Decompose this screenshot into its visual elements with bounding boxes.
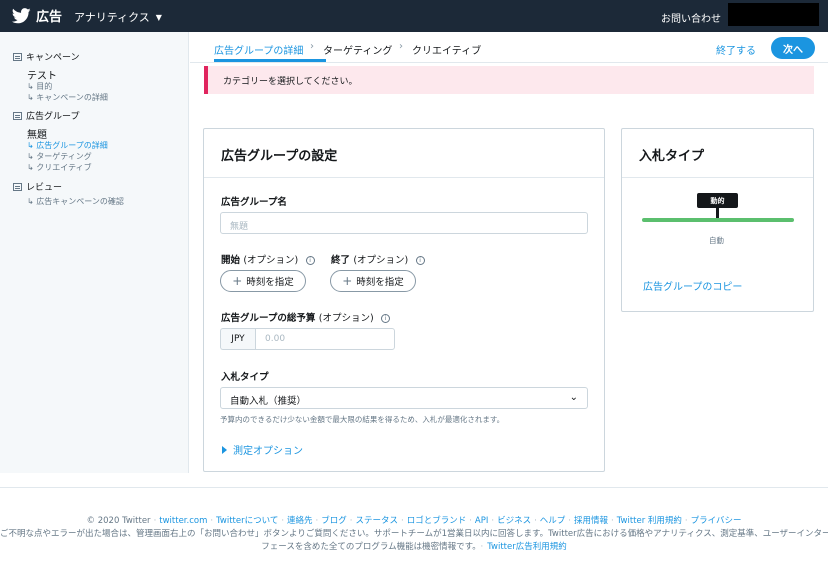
top-bar: 広告 アナリティクス ▼ お問い合わせ bbox=[0, 0, 828, 32]
optional-text: (オプション) bbox=[318, 313, 374, 324]
footer-note-line2: フェースを含めた全てのプログラム機能は機密情報です。 · Twitter広告利用規約 bbox=[261, 542, 567, 552]
error-alert: カテゴリーを選択してください。 bbox=[204, 66, 814, 94]
footer-links: © 2020 Twitter · twitter.com · Twitterについて · 連… bbox=[86, 516, 742, 526]
step-adgroup-details[interactable]: 広告グループの詳細 bbox=[214, 42, 303, 57]
analytics-menu[interactable]: アナリティクス ▼ bbox=[74, 9, 162, 25]
optional-text: (オプション) bbox=[353, 255, 409, 266]
bid-range-bar bbox=[642, 218, 794, 222]
footer-link[interactable]: ロゴとブランド bbox=[407, 516, 467, 526]
sidebar-item-targeting[interactable]: ↳ ターゲティング bbox=[27, 151, 92, 162]
step-targeting[interactable]: ターゲティング bbox=[323, 42, 392, 57]
copy-adgroup-link[interactable]: 広告グループのコピー bbox=[643, 278, 742, 293]
list-icon bbox=[13, 52, 22, 61]
adgroup-name-placeholder: 無題 bbox=[230, 222, 249, 232]
budget-label: 広告グループの総予算 (オプション) i bbox=[221, 310, 390, 324]
copyright: © 2020 Twitter bbox=[86, 516, 151, 526]
brand-name: 広告 bbox=[36, 10, 63, 25]
bid-help-text: 予算内のできるだけ少ない金額で最大限の結果を得るため、入札が最適化されます。 bbox=[220, 415, 505, 424]
sidebar-campaign-title[interactable]: テスト bbox=[27, 67, 57, 82]
analytics-menu-label: アナリティクス bbox=[74, 11, 150, 24]
list-icon bbox=[13, 182, 22, 191]
budget-label-text: 広告グループの総予算 bbox=[221, 313, 316, 324]
footer-link[interactable]: ヘルプ bbox=[540, 516, 566, 526]
step-separator-icon: › bbox=[310, 41, 314, 52]
sidebar-item-creative[interactable]: ↳ クリエイティブ bbox=[27, 162, 92, 173]
footer-note-text: フェースを含めた全てのプログラム機能は機密情報です。 bbox=[261, 542, 477, 552]
sidebar-adgroup-title[interactable]: 無題 bbox=[27, 126, 47, 141]
bid-type-label: 入札タイプ bbox=[221, 372, 269, 383]
sidebar-section-campaign[interactable]: キャンペーン bbox=[13, 50, 80, 63]
measure-options-toggle[interactable]: 測定オプション bbox=[222, 442, 303, 457]
ads-terms-link[interactable]: Twitter広告利用規約 bbox=[487, 542, 567, 552]
bid-type-select[interactable]: 自動入札（推奨） ⌄ bbox=[220, 387, 588, 409]
footer-link[interactable]: API bbox=[475, 516, 488, 526]
info-icon[interactable]: i bbox=[380, 314, 390, 323]
step-separator-icon: › bbox=[399, 41, 403, 52]
footer-link[interactable]: 採用情報 bbox=[574, 516, 608, 526]
sidebar-section-review[interactable]: レビュー bbox=[13, 180, 62, 193]
settings-card-title: 広告グループの設定 bbox=[221, 149, 338, 164]
footer-link[interactable]: Twitter 利用規約 bbox=[617, 516, 682, 526]
finish-button[interactable]: 終了する bbox=[716, 42, 756, 57]
account-menu[interactable] bbox=[728, 3, 819, 26]
footer-link[interactable]: プライバシー bbox=[691, 516, 742, 526]
sidebar-item-campaign-review[interactable]: ↳ 広告キャンペーンの確認 bbox=[27, 196, 124, 207]
end-set-time-button[interactable]: + 時刻を指定 bbox=[330, 270, 416, 292]
footer-link[interactable]: ステータス bbox=[355, 516, 398, 526]
chevron-down-icon: ▼ bbox=[155, 12, 162, 22]
set-time-label: 時刻を指定 bbox=[356, 277, 404, 288]
footer-link[interactable]: ブログ bbox=[321, 516, 347, 526]
next-button-label: 次へ bbox=[783, 44, 803, 56]
sidebar-section-label: キャンペーン bbox=[26, 53, 80, 63]
bid-card-title: 入札タイプ bbox=[639, 149, 705, 164]
end-label-text: 終了 bbox=[331, 255, 351, 266]
alert-text: カテゴリーを選択してください。 bbox=[223, 77, 358, 87]
sidebar-item-objective[interactable]: ↳ 目的 bbox=[27, 81, 52, 92]
info-icon[interactable]: i bbox=[305, 256, 315, 265]
footer-link[interactable]: 連絡先 bbox=[287, 516, 313, 526]
bid-auto-label: 自動 bbox=[709, 236, 724, 245]
start-label-text: 開始 bbox=[221, 255, 241, 266]
measure-options-label: 測定オプション bbox=[233, 446, 303, 457]
sidebar-item-adgroup-details[interactable]: ↳ 広告グループの詳細 bbox=[27, 140, 108, 151]
adgroup-name-input[interactable]: 無題 bbox=[220, 212, 588, 234]
set-time-label: 時刻を指定 bbox=[246, 277, 294, 288]
list-icon bbox=[13, 111, 22, 120]
bid-tooltip: 動的 bbox=[697, 193, 738, 208]
budget-input[interactable]: 0.00 bbox=[255, 328, 395, 350]
bid-type-value: 自動入札（推奨） bbox=[230, 396, 307, 407]
footer-divider bbox=[0, 487, 828, 488]
optional-text: (オプション) bbox=[243, 255, 299, 266]
twitter-bird-icon bbox=[12, 7, 31, 23]
footer-note-line1: ご不明な点やエラーが出た場合は、管理画面右上の「お問い合わせ」ボタンよりご質問く… bbox=[0, 529, 828, 539]
footer-link[interactable]: ビジネス bbox=[497, 516, 531, 526]
caret-right-icon bbox=[222, 445, 227, 454]
sidebar-section-label: レビュー bbox=[26, 183, 63, 193]
contact-link[interactable]: お問い合わせ bbox=[661, 10, 721, 25]
start-set-time-button[interactable]: + 時刻を指定 bbox=[220, 270, 306, 292]
footer-link[interactable]: Twitterについて bbox=[216, 516, 278, 526]
sidebar-section-adgroup[interactable]: 広告グループ bbox=[13, 109, 79, 122]
card-divider bbox=[622, 177, 813, 178]
active-step-indicator bbox=[214, 59, 326, 62]
sidebar-item-campaign-details[interactable]: ↳ キャンペーンの詳細 bbox=[27, 92, 108, 103]
start-label: 開始 (オプション) i bbox=[221, 252, 315, 266]
brand-logo[interactable]: 広告 bbox=[12, 6, 62, 25]
chevron-down-icon: ⌄ bbox=[569, 392, 578, 403]
card-divider bbox=[204, 177, 604, 178]
plus-icon: + bbox=[342, 274, 353, 288]
sidebar-section-label: 広告グループ bbox=[26, 112, 80, 122]
end-label: 終了 (オプション) i bbox=[331, 252, 425, 266]
budget-placeholder: 0.00 bbox=[265, 334, 286, 344]
step-creative[interactable]: クリエイティブ bbox=[412, 42, 481, 57]
next-button[interactable]: 次へ bbox=[771, 37, 815, 59]
currency-label: JPY bbox=[220, 328, 255, 350]
plus-icon: + bbox=[232, 274, 243, 288]
footer-link[interactable]: twitter.com bbox=[159, 516, 207, 526]
info-icon[interactable]: i bbox=[415, 256, 425, 265]
adgroup-name-label: 広告グループ名 bbox=[221, 197, 287, 208]
